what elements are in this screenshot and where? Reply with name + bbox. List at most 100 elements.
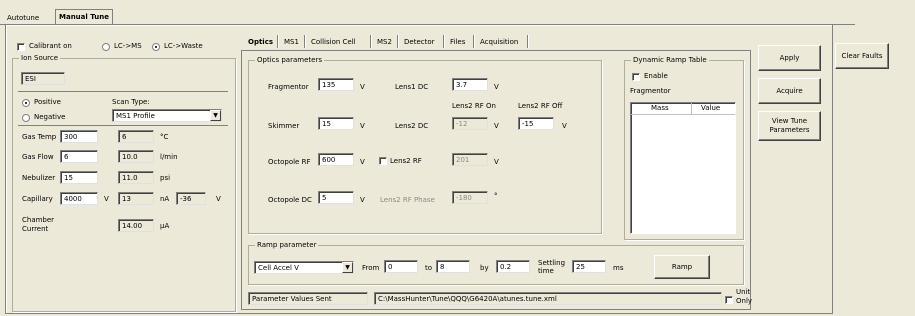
tab-autotune[interactable]: Autotune <box>4 12 42 24</box>
capillary-extra-unit: V <box>216 195 221 203</box>
tab-separator <box>443 35 445 48</box>
dynamic-ramp-table-title: Dynamic Ramp Table <box>631 56 709 65</box>
lens2-rf-phase-unit: ° <box>494 192 498 200</box>
negative-label: Negative <box>34 113 66 121</box>
tab-separator <box>527 35 529 48</box>
tab-separator <box>397 35 399 48</box>
positive-radio[interactable] <box>22 99 30 107</box>
tab-separator <box>277 35 279 48</box>
ramp-table-col-mass[interactable]: Mass <box>651 104 669 113</box>
lens2-dc-on-unit: V <box>494 122 499 130</box>
ramp-to-input[interactable]: 8 <box>436 260 470 273</box>
fragmentor-label: Fragmentor <box>268 83 309 91</box>
scan-type-select[interactable]: MS1 Profile ▼ <box>112 109 222 122</box>
lens2-dc-label: Lens2 DC <box>395 122 429 130</box>
chevron-down-icon[interactable]: ▼ <box>342 262 353 273</box>
lc-ms-label: LC->MS <box>114 42 142 50</box>
ramp-param-value: Cell Accel V <box>258 264 299 272</box>
ramp-param-select[interactable]: Cell Accel V ▼ <box>254 261 354 274</box>
capillary-input[interactable]: 4000 <box>60 192 98 205</box>
chamber-current-value: 14.00 <box>118 219 154 232</box>
fragmentor-unit: V <box>360 83 365 91</box>
tab-detector[interactable]: Detector <box>401 36 438 48</box>
clear-faults-button[interactable]: Clear Faults <box>835 43 889 69</box>
ramp-from-input[interactable]: 0 <box>384 260 418 273</box>
nebulizer-input[interactable]: 15 <box>60 171 98 184</box>
acquire-button[interactable]: Acquire <box>758 78 821 104</box>
settling-time-input[interactable]: 25 <box>572 260 606 273</box>
octopole-rf-unit: V <box>360 158 365 166</box>
status-message: Parameter Values Sent <box>248 292 368 305</box>
ion-source-divider-2 <box>18 125 228 126</box>
lens2-rf-phase-label: Lens2 RF Phase <box>380 196 435 204</box>
lens2-rf-on-header: Lens2 RF On <box>452 102 496 110</box>
lens2-rf-phase-input[interactable]: -180 <box>452 191 488 204</box>
chevron-down-icon[interactable]: ▼ <box>210 110 221 121</box>
view-tune-label-1: View Tune <box>771 117 808 125</box>
fragmentor-input[interactable]: 135 <box>318 78 354 91</box>
status-file-path: C:\MassHunter\Tune\QQQ\G6420A\atunes.tun… <box>374 292 722 305</box>
gas-temp-label: Gas Temp <box>22 133 57 141</box>
lens2-rf-label: Lens2 RF <box>390 157 422 165</box>
chamber-current-label-1: Chamber <box>22 216 55 224</box>
capillary-actual: 13 <box>118 192 154 205</box>
skimmer-label: Skimmer <box>268 122 300 130</box>
tab-acquisition[interactable]: Acquisition <box>477 36 521 48</box>
tab-ms1[interactable]: MS1 <box>281 36 302 48</box>
optics-title: Optics parameters <box>255 56 324 65</box>
ion-source-field: ESI <box>21 72 65 85</box>
ramp-by-input[interactable]: 0.2 <box>496 260 530 273</box>
ramp-button[interactable]: Ramp <box>654 255 710 279</box>
lc-waste-label: LC->Waste <box>164 42 203 50</box>
unit-only-label-2: Only <box>736 297 753 305</box>
lc-ms-radio[interactable] <box>102 43 110 51</box>
view-tune-label-2: Parameters <box>769 126 810 134</box>
lens2-dc-off-unit: V <box>562 122 567 130</box>
octopole-dc-label: Octopole DC <box>268 196 312 204</box>
calibrant-label: Calibrant on <box>29 42 72 50</box>
ramp-by-label: by <box>480 264 489 272</box>
scan-type-value: MS1 Profile <box>116 112 155 120</box>
octopole-dc-unit: V <box>360 196 365 204</box>
tab-manual-tune[interactable]: Manual Tune <box>55 9 113 24</box>
nebulizer-label: Nebulizer <box>22 174 56 182</box>
capillary-set-unit: V <box>104 195 109 203</box>
capillary-extra: -36 <box>176 192 206 205</box>
ramp-table-col-value[interactable]: Value <box>701 104 720 113</box>
gas-flow-input[interactable]: 6 <box>60 150 98 163</box>
gas-temp-input[interactable]: 300 <box>60 130 98 143</box>
lens2-dc-on-input[interactable]: -12 <box>452 117 488 130</box>
ramp-to-label: to <box>425 264 433 272</box>
capillary-actual-unit: nA <box>160 195 170 203</box>
ramp-table-grid[interactable]: Mass Value <box>630 102 736 234</box>
lens1-dc-input[interactable]: 3.7 <box>452 78 488 91</box>
lc-waste-radio[interactable] <box>152 43 160 51</box>
lens2-dc-off-input[interactable]: -15 <box>518 117 554 130</box>
unit-only-checkbox[interactable] <box>725 296 733 304</box>
negative-radio[interactable] <box>22 114 30 122</box>
ramp-table-enable-checkbox[interactable] <box>632 73 640 81</box>
ion-source-divider-1 <box>18 91 228 92</box>
octopole-dc-input[interactable]: 5 <box>318 191 354 204</box>
tab-files[interactable]: Files <box>447 36 468 48</box>
tab-separator <box>304 35 306 48</box>
unit-only-label-1: Unit <box>736 288 751 296</box>
calibrant-checkbox[interactable] <box>17 43 25 51</box>
lens2-rf-input[interactable]: 201 <box>452 153 488 166</box>
tab-ms2[interactable]: MS2 <box>374 36 395 48</box>
ramp-from-label: From <box>362 264 380 272</box>
gas-flow-label: Gas Flow <box>22 153 54 161</box>
skimmer-unit: V <box>360 122 365 130</box>
skimmer-input[interactable]: 15 <box>318 117 354 130</box>
tab-optics[interactable]: Optics <box>245 36 276 48</box>
tab-separator <box>370 35 372 48</box>
chamber-current-unit: µA <box>160 222 170 230</box>
view-tune-parameters-button[interactable]: View Tune Parameters <box>758 111 821 141</box>
chamber-current-label-2: Current <box>22 225 49 233</box>
apply-button[interactable]: Apply <box>758 45 821 71</box>
tab-collision-cell[interactable]: Collision Cell <box>308 36 359 48</box>
nebulizer-unit: psi <box>160 174 171 182</box>
octopole-rf-input[interactable]: 600 <box>318 153 354 166</box>
gas-temp-actual: 6 <box>118 130 154 143</box>
lens2-rf-checkbox[interactable] <box>379 157 387 165</box>
